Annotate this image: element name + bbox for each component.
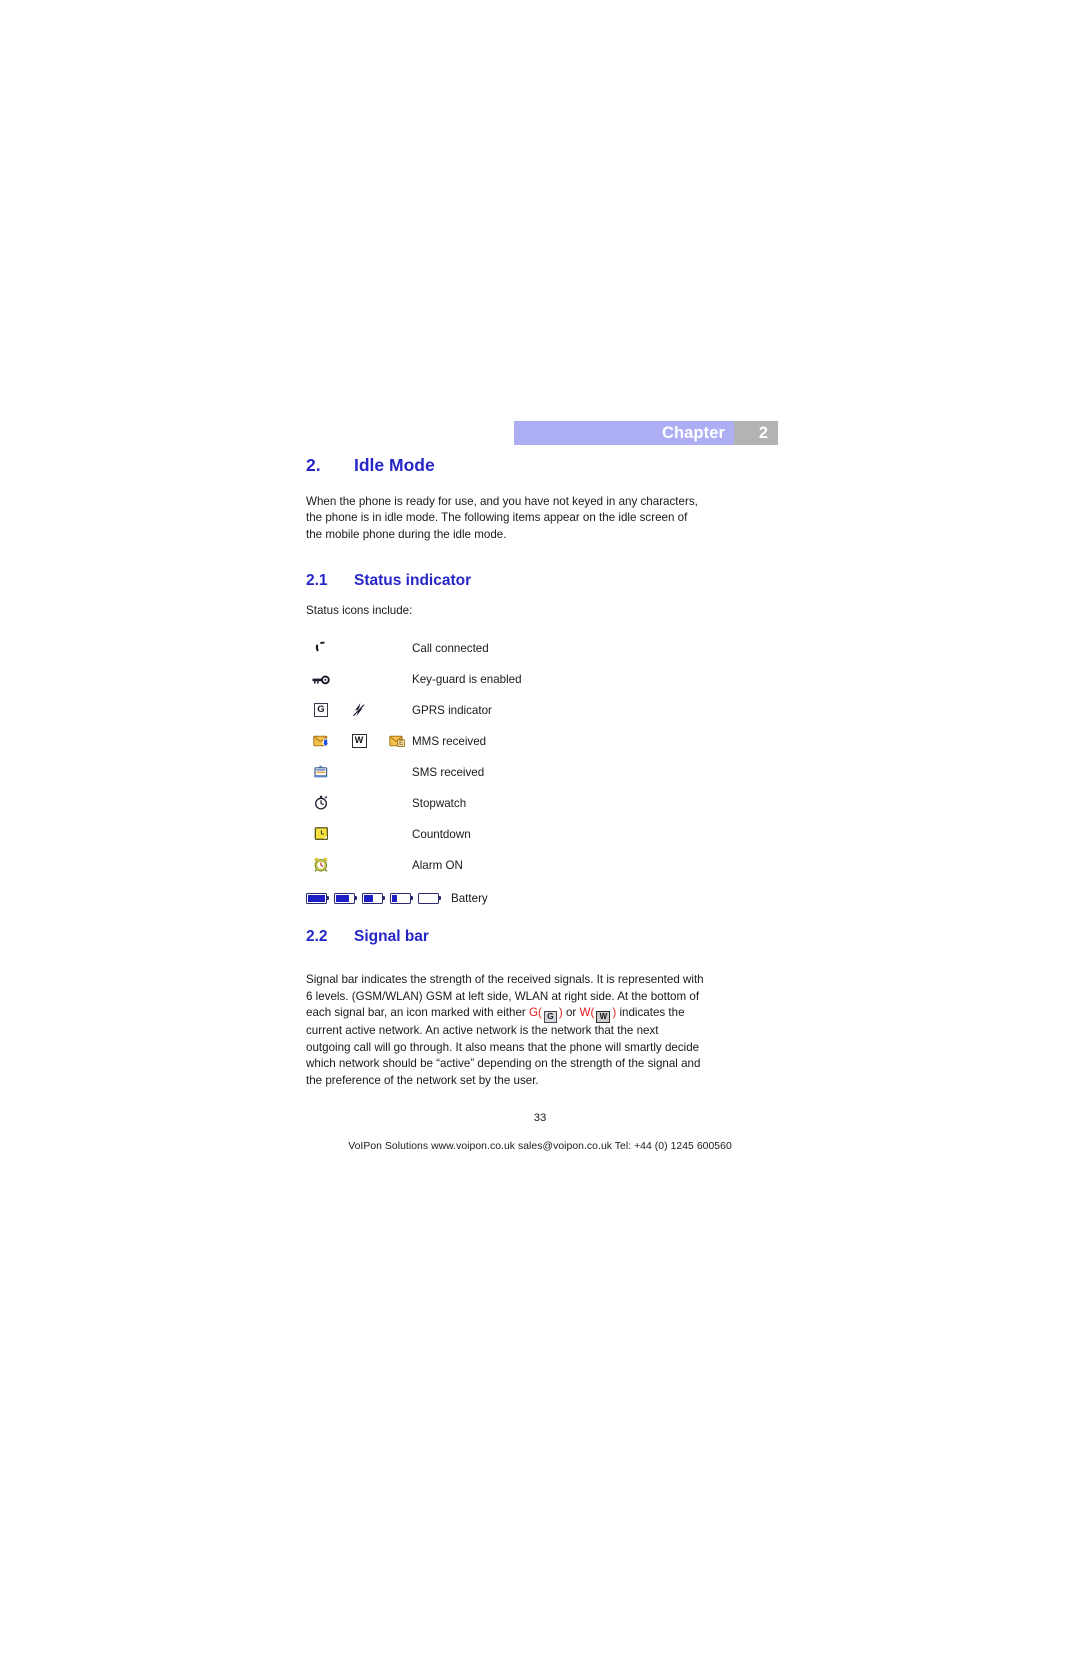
chapter-number: 2	[734, 421, 778, 445]
stopwatch-icon	[306, 788, 336, 819]
document-page: Chapter 2 2. Idle Mode When the phone is…	[0, 0, 1080, 1669]
page-footer: VoIPon Solutions www.voipon.co.uk sales@…	[348, 1141, 732, 1152]
table-row: Key-guard is enabled	[306, 664, 522, 695]
intro-paragraph: When the phone is ready for use, and you…	[306, 494, 698, 542]
alarm-clock-icon	[306, 850, 336, 881]
inline-wlan-w-box-icon: W	[596, 1011, 611, 1024]
svg-text:E: E	[399, 742, 403, 748]
status-icon-label: Alarm ON	[412, 858, 463, 872]
marker-w: W	[579, 1006, 591, 1020]
paren-open-1: (	[538, 1006, 542, 1020]
status-icon-label: Stopwatch	[412, 796, 467, 810]
battery-icon-row: Battery	[306, 892, 706, 905]
subsection-number: 2.1	[306, 571, 328, 589]
page-content: 2. Idle Mode When the phone is ready for…	[306, 455, 706, 1090]
subsection-heading-status-indicator: 2.1 Status indicator	[306, 571, 706, 590]
battery-icon-level-48	[362, 892, 386, 904]
signal-bar-paragraph: Signal bar indicates the strength of the…	[306, 972, 706, 1090]
table-row: SMS received	[306, 757, 522, 788]
conjunction-or: or	[562, 1006, 580, 1020]
battery-icon-level-26	[390, 892, 414, 904]
status-icons-lead-in: Status icons include:	[306, 604, 413, 618]
battery-icon-level-0	[418, 892, 442, 904]
phone-handset-icon	[306, 633, 336, 664]
table-row: W E MMS received	[306, 726, 522, 757]
status-icon-label: Countdown	[412, 827, 471, 841]
countdown-icon	[306, 819, 336, 850]
battery-icon-level-100	[306, 892, 330, 904]
subsection-title: Status indicator	[354, 571, 472, 589]
paren-open-2: (	[590, 1006, 595, 1020]
table-row: Stopwatch	[306, 788, 522, 819]
chapter-label: Chapter	[514, 421, 734, 445]
sms-envelope-icon	[306, 757, 336, 788]
page-number: 33	[533, 1112, 547, 1124]
section-number: 2.	[306, 455, 321, 475]
gprs-bolt-icon	[344, 695, 374, 726]
status-icon-label: SMS received	[412, 765, 485, 779]
section-title: Idle Mode	[354, 455, 435, 475]
battery-icon-level-72	[334, 892, 358, 904]
table-row: Countdown	[306, 819, 522, 850]
status-icon-label: Call connected	[412, 641, 489, 655]
table-row: G GPRS indicator	[306, 695, 522, 726]
mms-envelope-arrow-icon	[306, 726, 336, 757]
subsection-number: 2.2	[306, 927, 328, 945]
subsection-heading-signal-bar: 2.2 Signal bar	[306, 927, 706, 946]
table-row: Alarm ON	[306, 850, 522, 881]
status-icon-label: Key-guard is enabled	[412, 672, 522, 686]
battery-label: Battery	[451, 891, 488, 905]
mms-envelope-e-icon: E	[382, 726, 412, 757]
gprs-g-box-icon: G	[306, 695, 336, 726]
marker-g: G	[528, 1006, 539, 1020]
status-icon-label: GPRS indicator	[412, 703, 492, 717]
chapter-header-bar: Chapter 2	[514, 421, 778, 445]
table-row: Call connected	[306, 633, 522, 664]
status-icon-label: MMS received	[412, 734, 487, 748]
section-heading-idle-mode: 2. Idle Mode	[306, 455, 706, 477]
key-icon	[306, 664, 336, 695]
status-icon-table: Call connected Key-guard is enabled G GP…	[306, 633, 522, 881]
subsection-title: Signal bar	[354, 927, 429, 945]
mms-w-box-icon: W	[344, 726, 374, 757]
inline-gprs-g-box-icon: G	[543, 1011, 557, 1024]
